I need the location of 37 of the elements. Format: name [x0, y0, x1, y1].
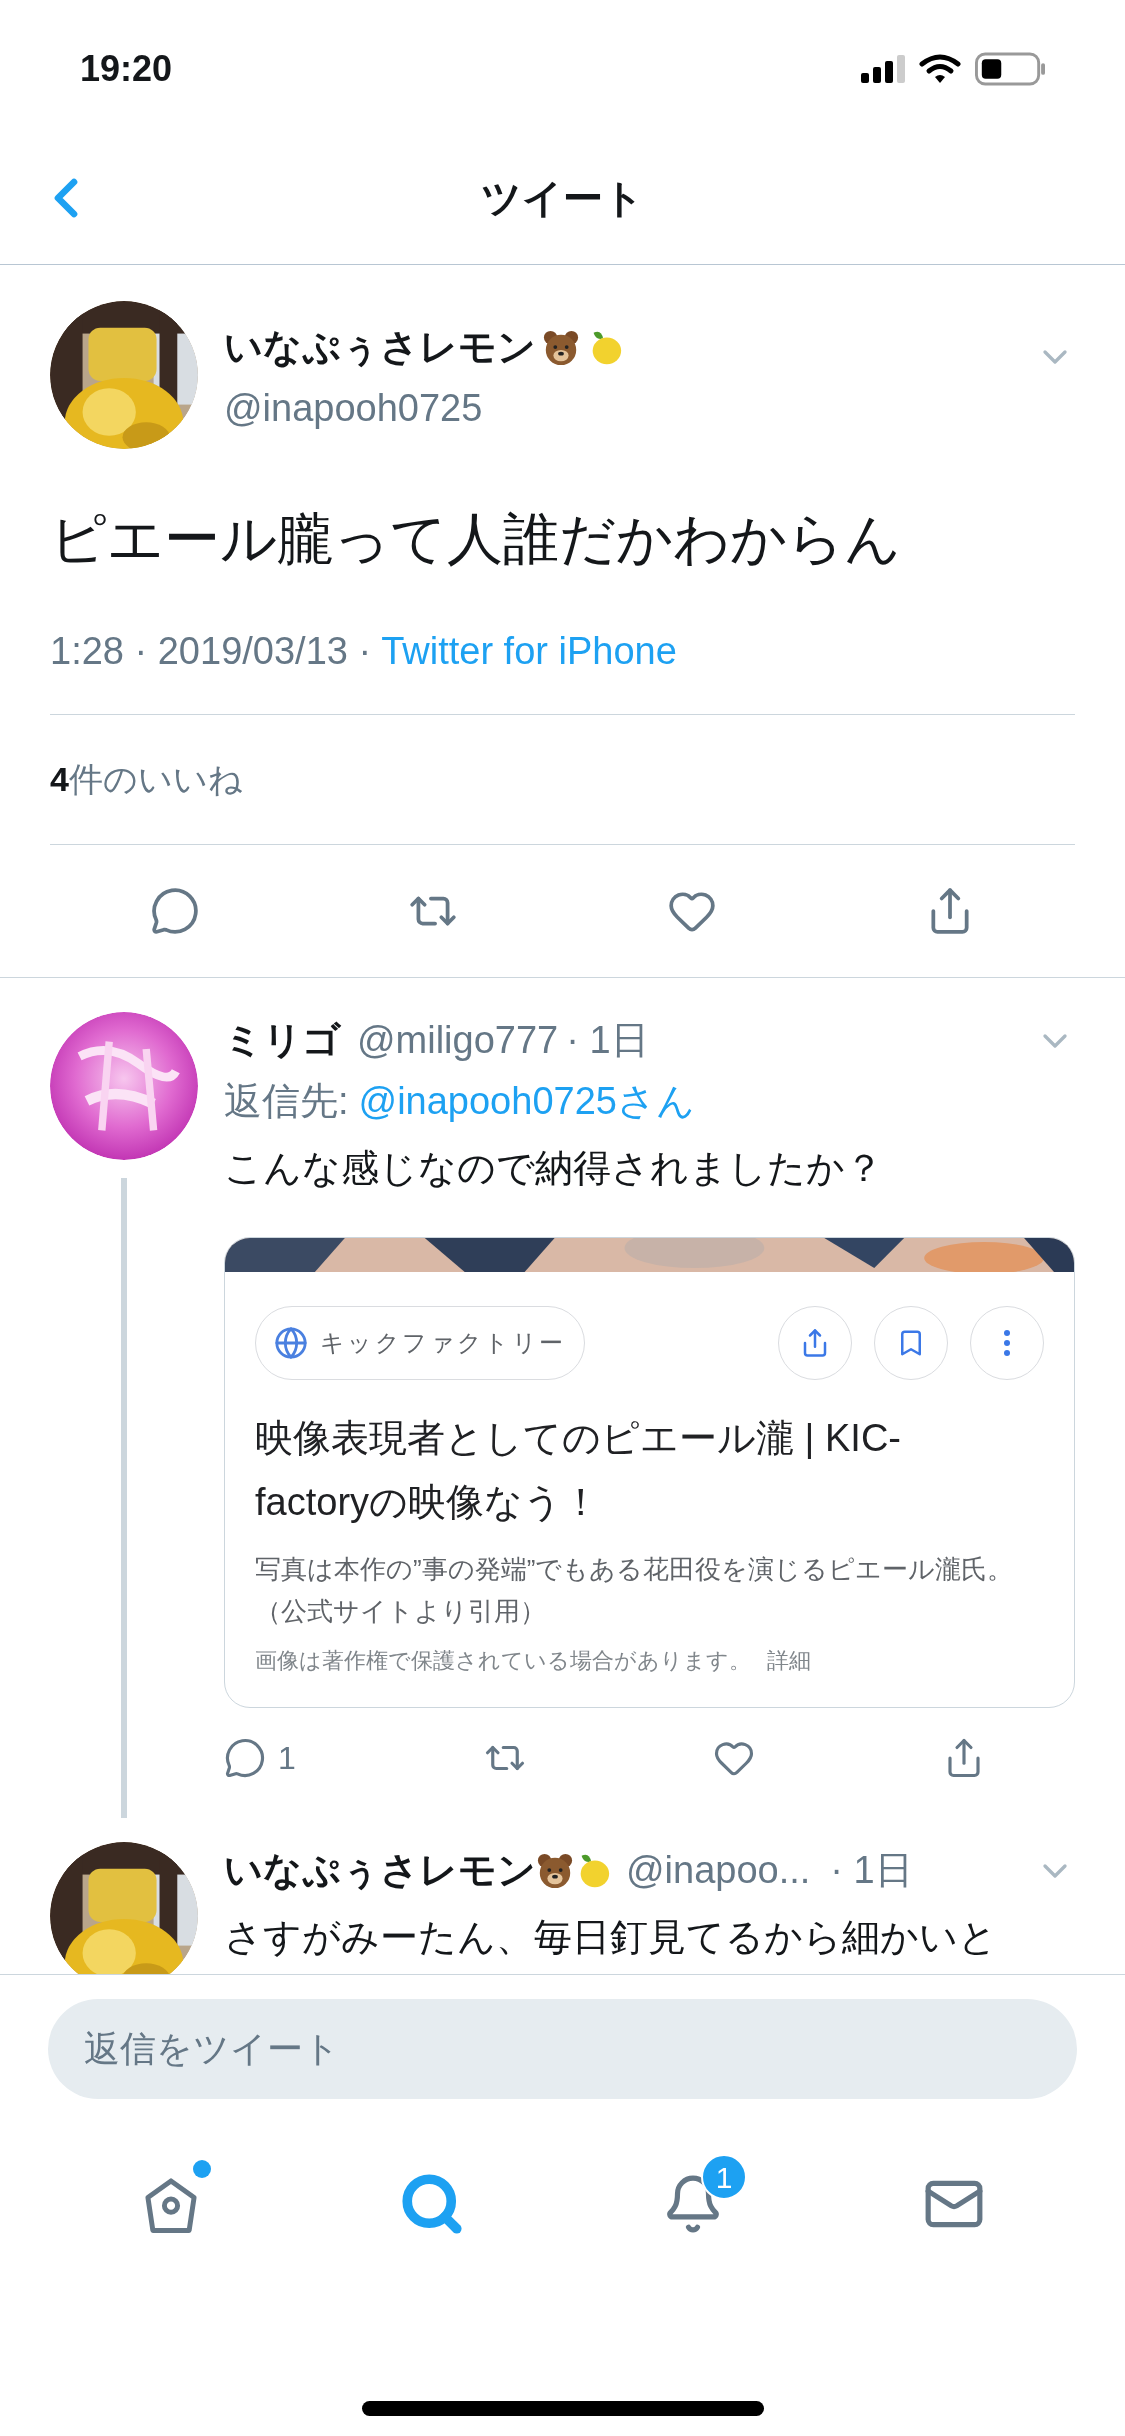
card-title: 映像表現者としてのピエール瀧 | KIC-factoryの映像なう！ [255, 1416, 902, 1525]
reply-icon [150, 886, 200, 936]
status-time: 19:20 [80, 47, 173, 91]
details-link[interactable]: 詳細 [767, 1644, 811, 1677]
reply-button[interactable] [150, 886, 200, 936]
like-count: 4件のいいね [50, 759, 243, 800]
reply-time: · 1日 [566, 1018, 649, 1063]
signal-icon [861, 55, 905, 83]
page-title: ツイート [481, 175, 644, 222]
notification-badge: 1 [701, 2154, 748, 2200]
reply-field[interactable]: 返信をツイート [48, 1999, 1077, 2099]
tweet-timestamp: 1:28 · 2019/03/13 · [50, 629, 372, 674]
reply-text: こんな感じなので納得されましたか？ [224, 1146, 884, 1191]
author-handle: @inapooh0725 [224, 386, 484, 431]
author-handle: @inapoo... [626, 1848, 811, 1893]
reply-button[interactable]: 1 [224, 1734, 296, 1782]
reply-to-link[interactable]: @inapooh0725さん [358, 1073, 695, 1130]
bear-icon [536, 1851, 574, 1890]
battery-icon [975, 52, 1045, 86]
more-icon [1004, 1330, 1010, 1356]
tweet-text: ピエール朧って人誰だかわからん [50, 506, 902, 572]
source-link[interactable]: Twitter for iPhone [381, 623, 677, 680]
copyright-notice: 画像は著作権で保護されている場合があります。 [255, 1647, 751, 1675]
author-name: いなぷぅさレモン [224, 1848, 536, 1893]
link-card[interactable]: キックファクトリー 映像表現者としてのピエール瀧 | KIC-factoryの映像なう！ 写真は本作の”事の発端”でもある花田役を演じるピエール瀧氏。（公式サイトより引用） 画像は著作権で保護されている場合があります。 詳細 [224, 1237, 1075, 1708]
author-name: いなぷぅさレモン [224, 325, 536, 370]
globe-icon [274, 1326, 308, 1360]
card-description: 写真は本作の”事の発端”でもある花田役を演じるピエール瀧氏。（公式サイトより引用） [255, 1553, 1015, 1628]
reply-icon [224, 1737, 266, 1779]
bear-icon [542, 328, 580, 367]
wifi-icon [919, 54, 961, 84]
reply-to-label: 返信先: [224, 1079, 349, 1124]
source-name: キックファクトリー [320, 1328, 566, 1358]
reply-text: さすがみーたん、毎日釘見てるから細かいと [224, 1915, 998, 1960]
reply-time: · 1日 [830, 1848, 913, 1893]
author-handle: @miligo777 [357, 1018, 559, 1063]
author-name: ミリゴ [224, 1018, 341, 1063]
